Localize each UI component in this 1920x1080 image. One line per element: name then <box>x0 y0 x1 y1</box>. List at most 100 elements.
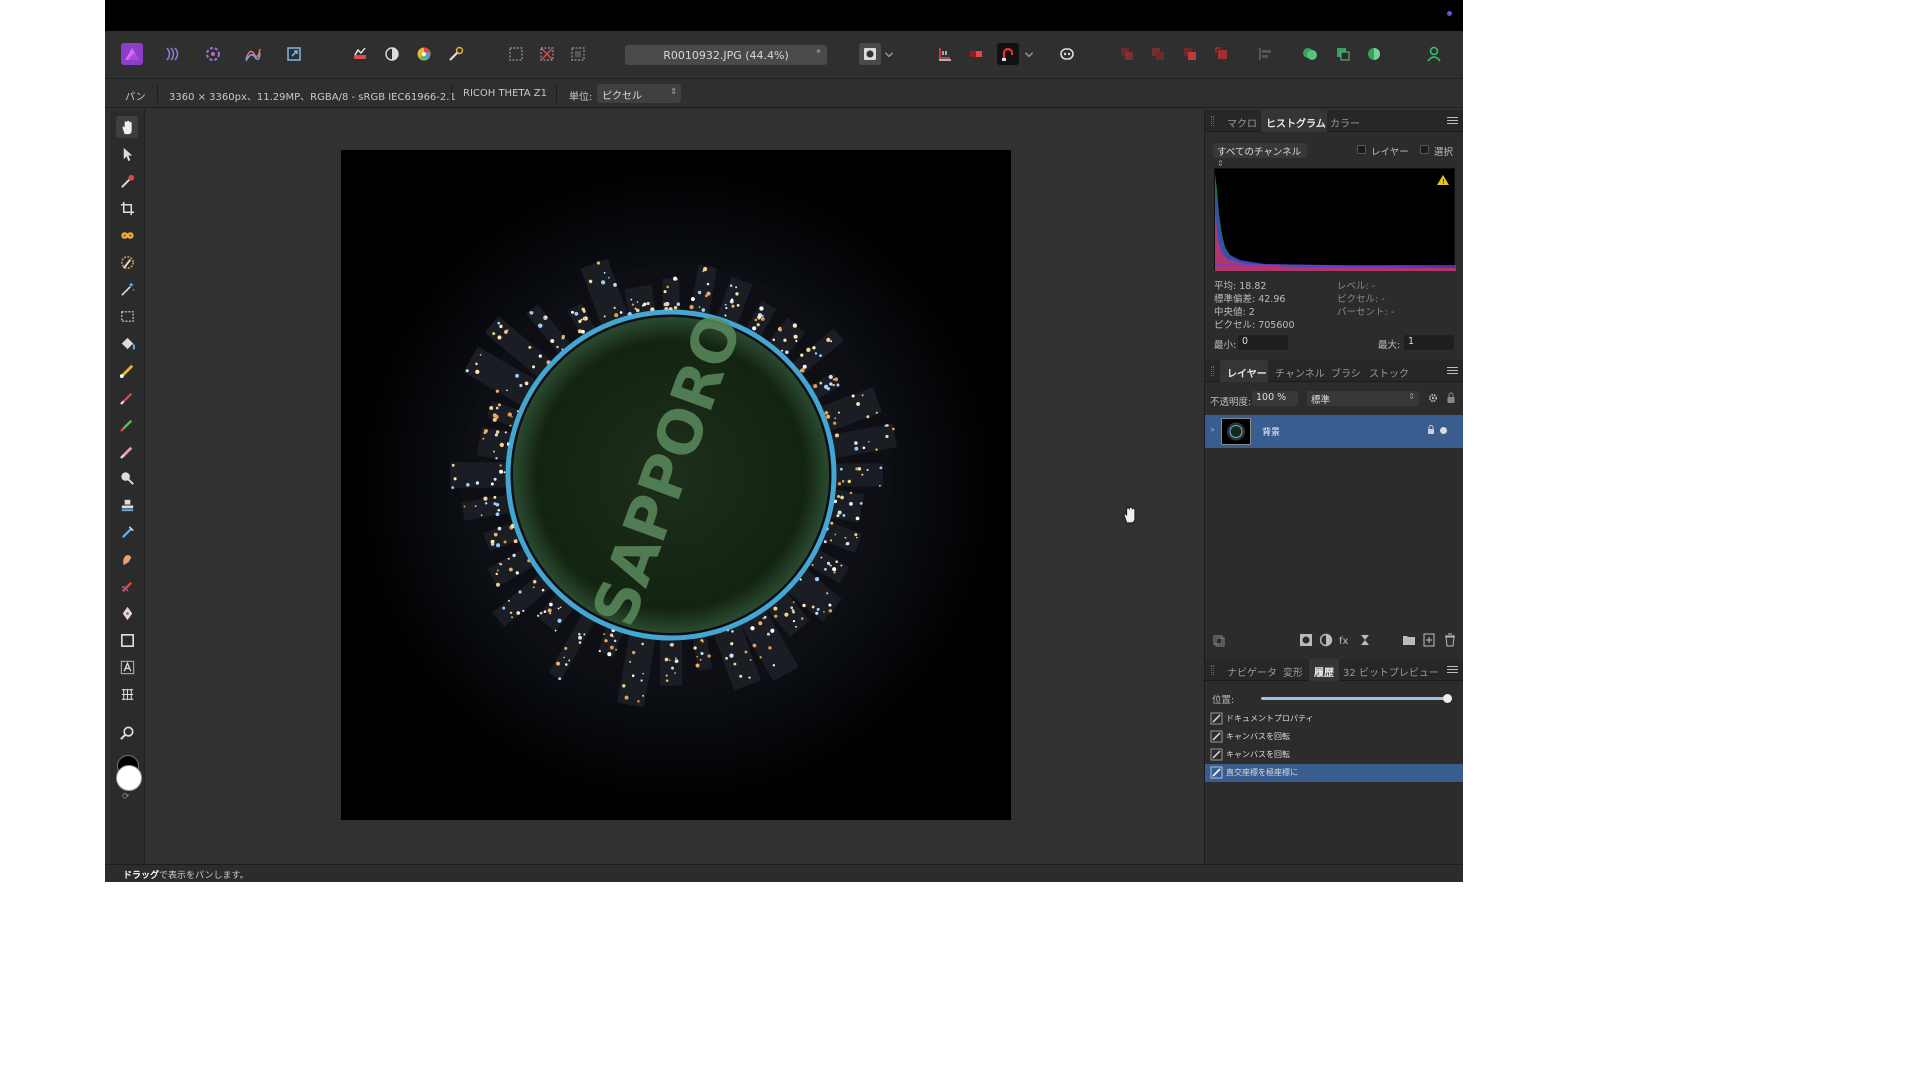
panel-grip[interactable] <box>1211 116 1214 126</box>
color-swatch-secondary[interactable] <box>116 765 142 791</box>
blend-mode-select[interactable]: 標準 ⇕ <box>1307 391 1419 406</box>
tab-brushes[interactable]: ブラシ <box>1331 365 1361 380</box>
arrange-front-icon[interactable] <box>1211 43 1233 65</box>
smudge-brush-icon[interactable] <box>116 548 138 570</box>
tab-navigator[interactable]: ナビゲータ <box>1227 664 1277 679</box>
move-tool-icon[interactable] <box>116 143 138 165</box>
erase-brush-icon[interactable] <box>116 440 138 462</box>
rectangle-marquee-icon[interactable] <box>116 305 138 327</box>
canvas-area[interactable]: SAPPORO <box>146 110 1204 864</box>
layer-visibility-dot[interactable] <box>1440 427 1447 434</box>
clone-brush-icon[interactable] <box>116 494 138 516</box>
quick-mask-icon[interactable] <box>859 43 881 65</box>
text-tool-icon[interactable] <box>116 656 138 678</box>
auto-white-balance-icon[interactable] <box>445 43 467 65</box>
tab-history[interactable]: 履歴 <box>1314 664 1334 679</box>
tab-color[interactable]: カラー <box>1330 115 1360 130</box>
chevron-down-icon[interactable] <box>883 43 895 65</box>
paint-brush-icon[interactable] <box>116 386 138 408</box>
opacity-field[interactable]: 100 % <box>1252 391 1298 406</box>
arrange-forward-icon[interactable] <box>1179 43 1201 65</box>
panel-grip[interactable] <box>1211 665 1214 675</box>
gear-icon[interactable] <box>1427 392 1439 404</box>
liquify-brush-icon[interactable] <box>116 575 138 597</box>
zoom-tool-icon[interactable] <box>116 722 138 744</box>
crop-tool-icon[interactable] <box>116 197 138 219</box>
liquify-persona-button[interactable] <box>161 43 183 65</box>
adjustment-layer-icon[interactable] <box>1319 633 1333 647</box>
mesh-warp-icon[interactable] <box>116 683 138 705</box>
color-replacement-brush-icon[interactable] <box>116 413 138 435</box>
selection-mode-icon[interactable] <box>505 43 527 65</box>
panel-grip[interactable] <box>1211 366 1214 376</box>
tab-layers[interactable]: レイヤー <box>1227 365 1267 380</box>
red-eye-tool-icon[interactable] <box>116 224 138 246</box>
develop-persona-button[interactable] <box>202 43 224 65</box>
history-item[interactable]: キャンバスを回転 <box>1205 746 1463 764</box>
invert-selection-icon[interactable] <box>567 43 589 65</box>
lock-icon[interactable] <box>1446 392 1456 404</box>
tab-channels[interactable]: チャンネル <box>1275 365 1325 380</box>
document-canvas[interactable]: SAPPORO <box>341 150 1011 820</box>
min-field[interactable]: 0 <box>1238 335 1288 350</box>
tab-transform[interactable]: 変形 <box>1283 664 1303 679</box>
units-select[interactable]: ピクセル ⇕ <box>597 84 681 103</box>
delete-layer-icon[interactable] <box>1443 633 1457 647</box>
arrange-back-icon[interactable] <box>1116 43 1138 65</box>
auto-contrast-icon[interactable] <box>381 43 403 65</box>
force-pixel-alignment-icon[interactable] <box>997 43 1019 65</box>
tab-macro[interactable]: マクロ <box>1227 115 1257 130</box>
history-item-selected[interactable]: 直交座標を極座標に <box>1205 764 1463 782</box>
view-tool-hand-icon[interactable] <box>116 116 138 138</box>
layer-row[interactable]: » 背景 <box>1205 415 1463 448</box>
selection-brush-icon[interactable] <box>116 251 138 273</box>
gradient-tool-icon[interactable] <box>116 359 138 381</box>
max-field[interactable]: 1 <box>1404 335 1454 350</box>
swap-colors-icon[interactable]: ⟳ <box>122 792 130 802</box>
boolean-add-icon[interactable] <box>1299 43 1321 65</box>
layer-lock-icon[interactable] <box>1427 425 1435 435</box>
dodge-brush-icon[interactable] <box>116 467 138 489</box>
chevron-down-icon[interactable] <box>1023 43 1035 65</box>
layer-fx-stack-icon[interactable] <box>1212 634 1226 648</box>
history-item[interactable]: ドキュメントプロパティ <box>1205 710 1463 728</box>
tab-stock[interactable]: ストック <box>1369 365 1409 380</box>
pixel-layer-icon[interactable] <box>1358 633 1372 647</box>
flood-fill-icon[interactable] <box>116 332 138 354</box>
add-layer-icon[interactable] <box>1422 633 1436 647</box>
export-persona-button[interactable] <box>283 43 305 65</box>
tone-mapping-persona-button[interactable] <box>242 43 264 65</box>
photo-persona-button[interactable] <box>121 43 143 65</box>
boolean-intersect-icon[interactable] <box>1363 43 1385 65</box>
live-filter-layer-icon[interactable]: fx <box>1338 633 1352 647</box>
panel-menu-icon[interactable] <box>1447 365 1458 375</box>
arrange-backward-icon[interactable] <box>1147 43 1169 65</box>
boolean-subtract-icon[interactable] <box>1332 43 1354 65</box>
document-title-button[interactable]: R0010932.JPG (44.4%) * <box>625 45 827 65</box>
auto-levels-icon[interactable] <box>349 43 371 65</box>
mask-layer-icon[interactable] <box>1299 633 1313 647</box>
rectangle-tool-icon[interactable] <box>116 629 138 651</box>
panel-menu-icon[interactable] <box>1447 115 1458 125</box>
assistant-icon[interactable] <box>1056 43 1078 65</box>
auto-colors-icon[interactable] <box>413 43 435 65</box>
position-slider-knob[interactable] <box>1443 694 1452 703</box>
history-item[interactable]: キャンバスを回転 <box>1205 728 1463 746</box>
layer-checkbox[interactable] <box>1357 145 1366 154</box>
panel-menu-icon[interactable] <box>1447 664 1458 674</box>
group-layers-icon[interactable] <box>1402 633 1416 647</box>
tab-32bit-preview[interactable]: 32 ビットプレビュー <box>1343 664 1439 679</box>
toggle-fill-icon[interactable] <box>965 43 987 65</box>
inpainting-brush-icon[interactable] <box>116 521 138 543</box>
deselect-icon[interactable] <box>536 43 558 65</box>
pen-tool-icon[interactable] <box>116 602 138 624</box>
selection-checkbox[interactable] <box>1420 145 1429 154</box>
color-picker-icon[interactable] <box>116 170 138 192</box>
user-account-icon[interactable] <box>1423 43 1445 65</box>
expand-icon[interactable]: » <box>1210 425 1215 434</box>
channel-select[interactable]: すべてのチャンネル ⇕ <box>1213 143 1307 168</box>
snapping-icon[interactable] <box>934 43 956 65</box>
flood-select-icon[interactable] <box>116 278 138 300</box>
position-slider-track[interactable] <box>1261 697 1451 700</box>
align-icon[interactable] <box>1255 43 1277 65</box>
